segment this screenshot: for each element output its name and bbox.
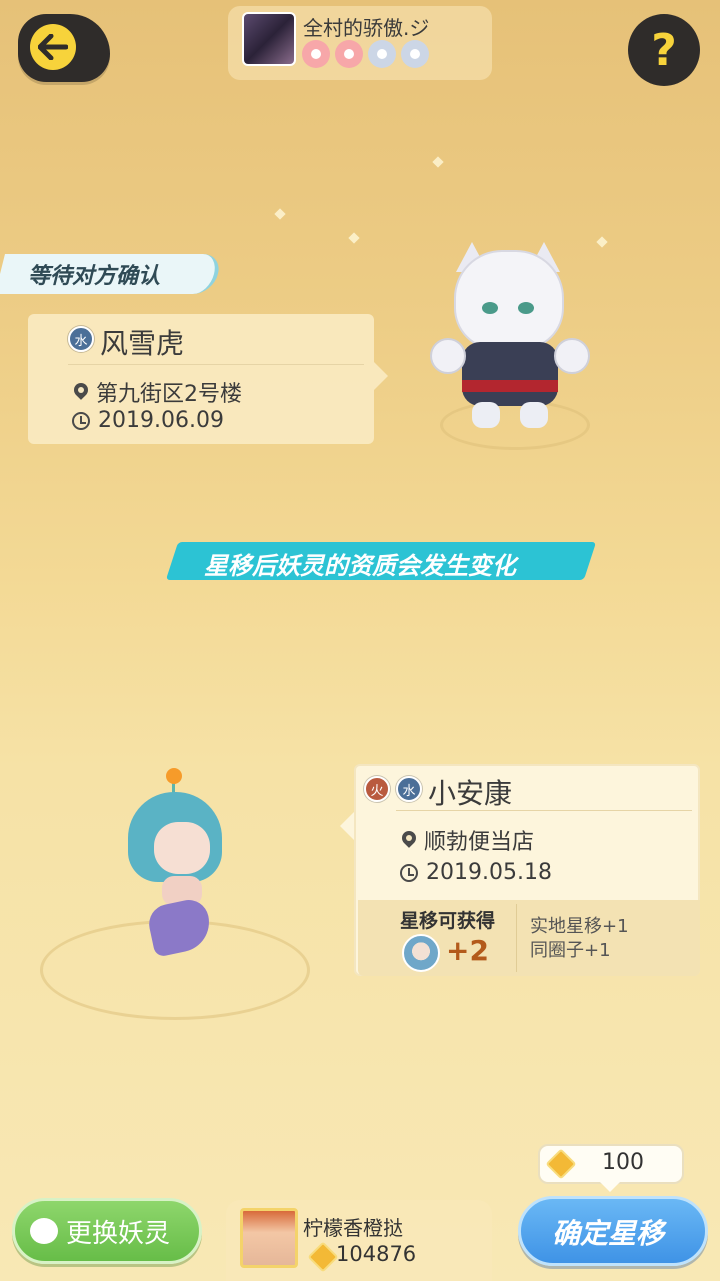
- card-pointer: [340, 812, 354, 840]
- tiger-belt: [462, 380, 558, 392]
- my-avatar[interactable]: [240, 1208, 298, 1268]
- cost-bubble-tail: [600, 1182, 620, 1192]
- sparkle-decoration: [274, 208, 286, 220]
- my-pet-date: 2019.05.18: [400, 860, 552, 885]
- opponent-pet-location: 第九街区2号楼: [74, 376, 242, 408]
- flower-lit-icon: [335, 40, 363, 68]
- my-coin-balance: 104876: [336, 1242, 417, 1266]
- tiger-leg: [472, 402, 500, 428]
- opponent-pet-name: 风雪虎: [100, 327, 185, 360]
- location-pin-icon: [74, 383, 88, 401]
- my-pet-card: 火 水 小安康 顺勃便当店 2019.05.18 星移可获得 +2 实地星移+1…: [354, 764, 700, 976]
- date-text: 2019.05.18: [426, 860, 552, 885]
- reward-amount: +2: [446, 934, 489, 967]
- flower-unlit-icon: [368, 40, 396, 68]
- date-text: 2019.06.09: [98, 408, 224, 433]
- notice-text: 星移后妖灵的资质会发生变化: [204, 552, 516, 580]
- clock-icon: [400, 863, 418, 882]
- my-pet-figure[interactable]: [128, 768, 228, 958]
- waiting-status-text: 等待对方确认: [28, 264, 161, 289]
- confirm-transfer-label: 确定星移: [552, 1217, 665, 1250]
- location-pin-icon: [402, 831, 416, 849]
- reward-title: 星移可获得: [400, 910, 496, 932]
- mermaid-face: [154, 822, 210, 874]
- cat-face-icon: [30, 1218, 58, 1244]
- tiger-eye: [518, 302, 534, 314]
- tiger-leg: [520, 402, 548, 428]
- reward-separator: [516, 904, 517, 972]
- reward-bonus-circle: 同圈子+1: [530, 940, 611, 961]
- clock-icon: [72, 411, 90, 430]
- question-mark-icon: ?: [651, 24, 677, 76]
- tiger-arm: [430, 338, 466, 374]
- tiger-torso: [462, 342, 558, 406]
- reward-bonus-onsite: 实地星移+1: [530, 916, 629, 937]
- location-text: 顺勃便当店: [424, 830, 535, 855]
- reward-pet-avatar: [402, 934, 440, 972]
- sparkle-decoration: [348, 232, 360, 244]
- opponent-name: 全村的骄傲.ジ: [303, 16, 430, 40]
- opponent-pet-figure[interactable]: [430, 242, 590, 430]
- help-button[interactable]: ?: [628, 14, 700, 86]
- sparkle-decoration: [596, 236, 608, 248]
- change-pet-label: 更换妖灵: [66, 1219, 171, 1249]
- star-transfer-screen: 全村的骄傲.ジ ? 等待对方确认 水 风雪虎 第九街区2号楼 2019.06.0…: [0, 0, 720, 1281]
- back-arrow-icon: [30, 24, 76, 70]
- flower-lit-icon: [302, 40, 330, 68]
- flower-unlit-icon: [401, 40, 429, 68]
- opponent-avatar[interactable]: [242, 12, 296, 66]
- mermaid-antenna-bulb: [166, 768, 182, 784]
- back-button[interactable]: [18, 14, 110, 82]
- water-element-icon: 水: [68, 326, 94, 352]
- opponent-pet-date: 2019.06.09: [72, 408, 224, 433]
- my-pet-name: 小安康: [428, 777, 513, 810]
- cost-value: 100: [602, 1150, 644, 1175]
- my-pet-location: 顺勃便当店: [402, 824, 534, 856]
- card-pointer: [374, 362, 388, 390]
- water-element-icon: 水: [396, 776, 422, 802]
- mermaid-tail: [145, 896, 215, 958]
- opponent-rank-flowers: [302, 40, 429, 68]
- card-divider: [68, 364, 364, 365]
- opponent-pet-card: 水 风雪虎 第九街区2号楼 2019.06.09: [28, 314, 374, 444]
- my-name: 柠檬香橙挞: [303, 1216, 403, 1240]
- tiger-arm: [554, 338, 590, 374]
- fire-element-icon: 火: [364, 776, 390, 802]
- tiger-head: [454, 250, 564, 350]
- sparkle-decoration: [432, 156, 444, 168]
- card-divider: [396, 810, 692, 811]
- location-text: 第九街区2号楼: [96, 382, 242, 407]
- tiger-eye: [482, 302, 498, 314]
